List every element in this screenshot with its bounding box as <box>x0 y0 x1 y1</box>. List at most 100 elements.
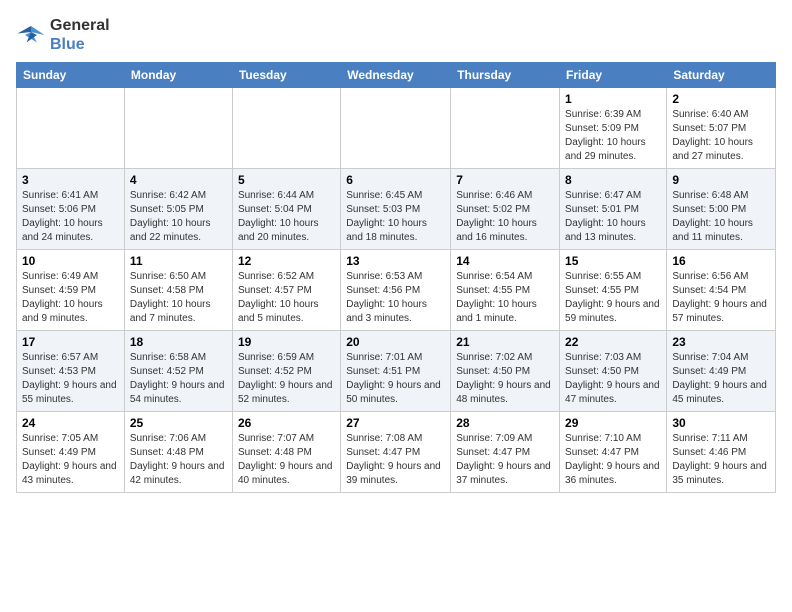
day-info: Sunrise: 7:04 AM Sunset: 4:49 PM Dayligh… <box>672 351 770 407</box>
logo: General Blue <box>16 16 110 54</box>
day-number: 1 <box>565 92 661 106</box>
day-number: 20 <box>346 335 445 349</box>
day-info: Sunrise: 7:08 AM Sunset: 4:47 PM Dayligh… <box>346 432 445 488</box>
day-cell: 12 Sunrise: 6:52 AM Sunset: 4:57 PM Dayli… <box>232 250 340 331</box>
day-number: 5 <box>238 173 335 187</box>
day-info: Sunrise: 7:11 AM Sunset: 4:46 PM Dayligh… <box>672 432 770 488</box>
week-row-2: 3 Sunrise: 6:41 AM Sunset: 5:06 PM Daylig… <box>17 169 776 250</box>
day-info: Sunrise: 6:48 AM Sunset: 5:00 PM Dayligh… <box>672 189 770 245</box>
logo-bird-icon <box>16 20 46 50</box>
day-cell: 5 Sunrise: 6:44 AM Sunset: 5:04 PM Daylig… <box>232 169 340 250</box>
day-info: Sunrise: 6:40 AM Sunset: 5:07 PM Dayligh… <box>672 108 770 164</box>
day-info: Sunrise: 6:56 AM Sunset: 4:54 PM Dayligh… <box>672 270 770 326</box>
day-number: 21 <box>456 335 554 349</box>
day-number: 18 <box>130 335 227 349</box>
day-cell: 13 Sunrise: 6:53 AM Sunset: 4:56 PM Dayli… <box>341 250 451 331</box>
day-number: 25 <box>130 416 227 430</box>
day-number: 4 <box>130 173 227 187</box>
day-info: Sunrise: 7:02 AM Sunset: 4:50 PM Dayligh… <box>456 351 554 407</box>
day-info: Sunrise: 7:07 AM Sunset: 4:48 PM Dayligh… <box>238 432 335 488</box>
day-info: Sunrise: 6:49 AM Sunset: 4:59 PM Dayligh… <box>22 270 119 326</box>
day-cell: 7 Sunrise: 6:46 AM Sunset: 5:02 PM Daylig… <box>451 169 560 250</box>
day-cell: 25 Sunrise: 7:06 AM Sunset: 4:48 PM Dayli… <box>124 412 232 493</box>
day-cell: 21 Sunrise: 7:02 AM Sunset: 4:50 PM Dayli… <box>451 331 560 412</box>
calendar-table: SundayMondayTuesdayWednesdayThursdayFrid… <box>16 62 776 493</box>
day-number: 28 <box>456 416 554 430</box>
day-cell: 16 Sunrise: 6:56 AM Sunset: 4:54 PM Dayli… <box>667 250 776 331</box>
day-info: Sunrise: 6:41 AM Sunset: 5:06 PM Dayligh… <box>22 189 119 245</box>
day-info: Sunrise: 6:55 AM Sunset: 4:55 PM Dayligh… <box>565 270 661 326</box>
day-number: 15 <box>565 254 661 268</box>
day-info: Sunrise: 6:59 AM Sunset: 4:52 PM Dayligh… <box>238 351 335 407</box>
day-info: Sunrise: 6:42 AM Sunset: 5:05 PM Dayligh… <box>130 189 227 245</box>
day-info: Sunrise: 7:10 AM Sunset: 4:47 PM Dayligh… <box>565 432 661 488</box>
day-info: Sunrise: 6:52 AM Sunset: 4:57 PM Dayligh… <box>238 270 335 326</box>
day-info: Sunrise: 7:01 AM Sunset: 4:51 PM Dayligh… <box>346 351 445 407</box>
day-cell: 17 Sunrise: 6:57 AM Sunset: 4:53 PM Dayli… <box>17 331 125 412</box>
day-cell: 9 Sunrise: 6:48 AM Sunset: 5:00 PM Daylig… <box>667 169 776 250</box>
day-number: 16 <box>672 254 770 268</box>
day-info: Sunrise: 6:47 AM Sunset: 5:01 PM Dayligh… <box>565 189 661 245</box>
day-number: 13 <box>346 254 445 268</box>
day-number: 2 <box>672 92 770 106</box>
day-cell: 8 Sunrise: 6:47 AM Sunset: 5:01 PM Daylig… <box>560 169 667 250</box>
day-cell: 18 Sunrise: 6:58 AM Sunset: 4:52 PM Dayli… <box>124 331 232 412</box>
day-number: 11 <box>130 254 227 268</box>
week-row-3: 10 Sunrise: 6:49 AM Sunset: 4:59 PM Dayli… <box>17 250 776 331</box>
day-number: 12 <box>238 254 335 268</box>
day-info: Sunrise: 6:45 AM Sunset: 5:03 PM Dayligh… <box>346 189 445 245</box>
day-info: Sunrise: 6:44 AM Sunset: 5:04 PM Dayligh… <box>238 189 335 245</box>
day-info: Sunrise: 7:05 AM Sunset: 4:49 PM Dayligh… <box>22 432 119 488</box>
day-cell: 23Sunrise: 7:04 AM Sunset: 4:49 PM Dayli… <box>667 331 776 412</box>
day-number: 26 <box>238 416 335 430</box>
day-number: 6 <box>346 173 445 187</box>
day-number: 14 <box>456 254 554 268</box>
day-number: 3 <box>22 173 119 187</box>
day-cell: 20 Sunrise: 7:01 AM Sunset: 4:51 PM Dayli… <box>341 331 451 412</box>
day-cell <box>17 88 125 169</box>
day-cell: 27 Sunrise: 7:08 AM Sunset: 4:47 PM Dayli… <box>341 412 451 493</box>
day-number: 29 <box>565 416 661 430</box>
day-info: Sunrise: 6:57 AM Sunset: 4:53 PM Dayligh… <box>22 351 119 407</box>
day-header-sunday: Sunday <box>17 63 125 88</box>
calendar-header-row: SundayMondayTuesdayWednesdayThursdayFrid… <box>17 63 776 88</box>
day-number: 17 <box>22 335 119 349</box>
day-info: Sunrise: 7:06 AM Sunset: 4:48 PM Dayligh… <box>130 432 227 488</box>
week-row-1: 1 Sunrise: 6:39 AM Sunset: 5:09 PM Daylig… <box>17 88 776 169</box>
day-header-wednesday: Wednesday <box>341 63 451 88</box>
day-info: Sunrise: 6:39 AM Sunset: 5:09 PM Dayligh… <box>565 108 661 164</box>
day-number: 30 <box>672 416 770 430</box>
day-info: Sunrise: 6:58 AM Sunset: 4:52 PM Dayligh… <box>130 351 227 407</box>
day-cell <box>124 88 232 169</box>
day-cell: 19Sunrise: 6:59 AM Sunset: 4:52 PM Dayli… <box>232 331 340 412</box>
day-cell: 3 Sunrise: 6:41 AM Sunset: 5:06 PM Daylig… <box>17 169 125 250</box>
day-info: Sunrise: 6:50 AM Sunset: 4:58 PM Dayligh… <box>130 270 227 326</box>
day-cell: 11 Sunrise: 6:50 AM Sunset: 4:58 PM Dayli… <box>124 250 232 331</box>
day-cell <box>451 88 560 169</box>
day-cell: 26 Sunrise: 7:07 AM Sunset: 4:48 PM Dayli… <box>232 412 340 493</box>
day-cell <box>341 88 451 169</box>
day-info: Sunrise: 6:54 AM Sunset: 4:55 PM Dayligh… <box>456 270 554 326</box>
day-header-thursday: Thursday <box>451 63 560 88</box>
day-cell: 6 Sunrise: 6:45 AM Sunset: 5:03 PM Daylig… <box>341 169 451 250</box>
day-info: Sunrise: 6:46 AM Sunset: 5:02 PM Dayligh… <box>456 189 554 245</box>
day-number: 10 <box>22 254 119 268</box>
day-header-tuesday: Tuesday <box>232 63 340 88</box>
day-cell: 29 Sunrise: 7:10 AM Sunset: 4:47 PM Dayli… <box>560 412 667 493</box>
day-number: 22 <box>565 335 661 349</box>
day-number: 8 <box>565 173 661 187</box>
day-info: Sunrise: 7:03 AM Sunset: 4:50 PM Dayligh… <box>565 351 661 407</box>
page-header: General Blue <box>16 16 776 54</box>
day-cell <box>232 88 340 169</box>
day-cell: 1 Sunrise: 6:39 AM Sunset: 5:09 PM Daylig… <box>560 88 667 169</box>
day-number: 24 <box>22 416 119 430</box>
day-info: Sunrise: 6:53 AM Sunset: 4:56 PM Dayligh… <box>346 270 445 326</box>
day-number: 27 <box>346 416 445 430</box>
day-number: 9 <box>672 173 770 187</box>
day-cell: 22 Sunrise: 7:03 AM Sunset: 4:50 PM Dayli… <box>560 331 667 412</box>
day-info: Sunrise: 7:09 AM Sunset: 4:47 PM Dayligh… <box>456 432 554 488</box>
day-number: 7 <box>456 173 554 187</box>
day-cell: 14 Sunrise: 6:54 AM Sunset: 4:55 PM Dayli… <box>451 250 560 331</box>
day-header-monday: Monday <box>124 63 232 88</box>
day-cell: 2 Sunrise: 6:40 AM Sunset: 5:07 PM Daylig… <box>667 88 776 169</box>
